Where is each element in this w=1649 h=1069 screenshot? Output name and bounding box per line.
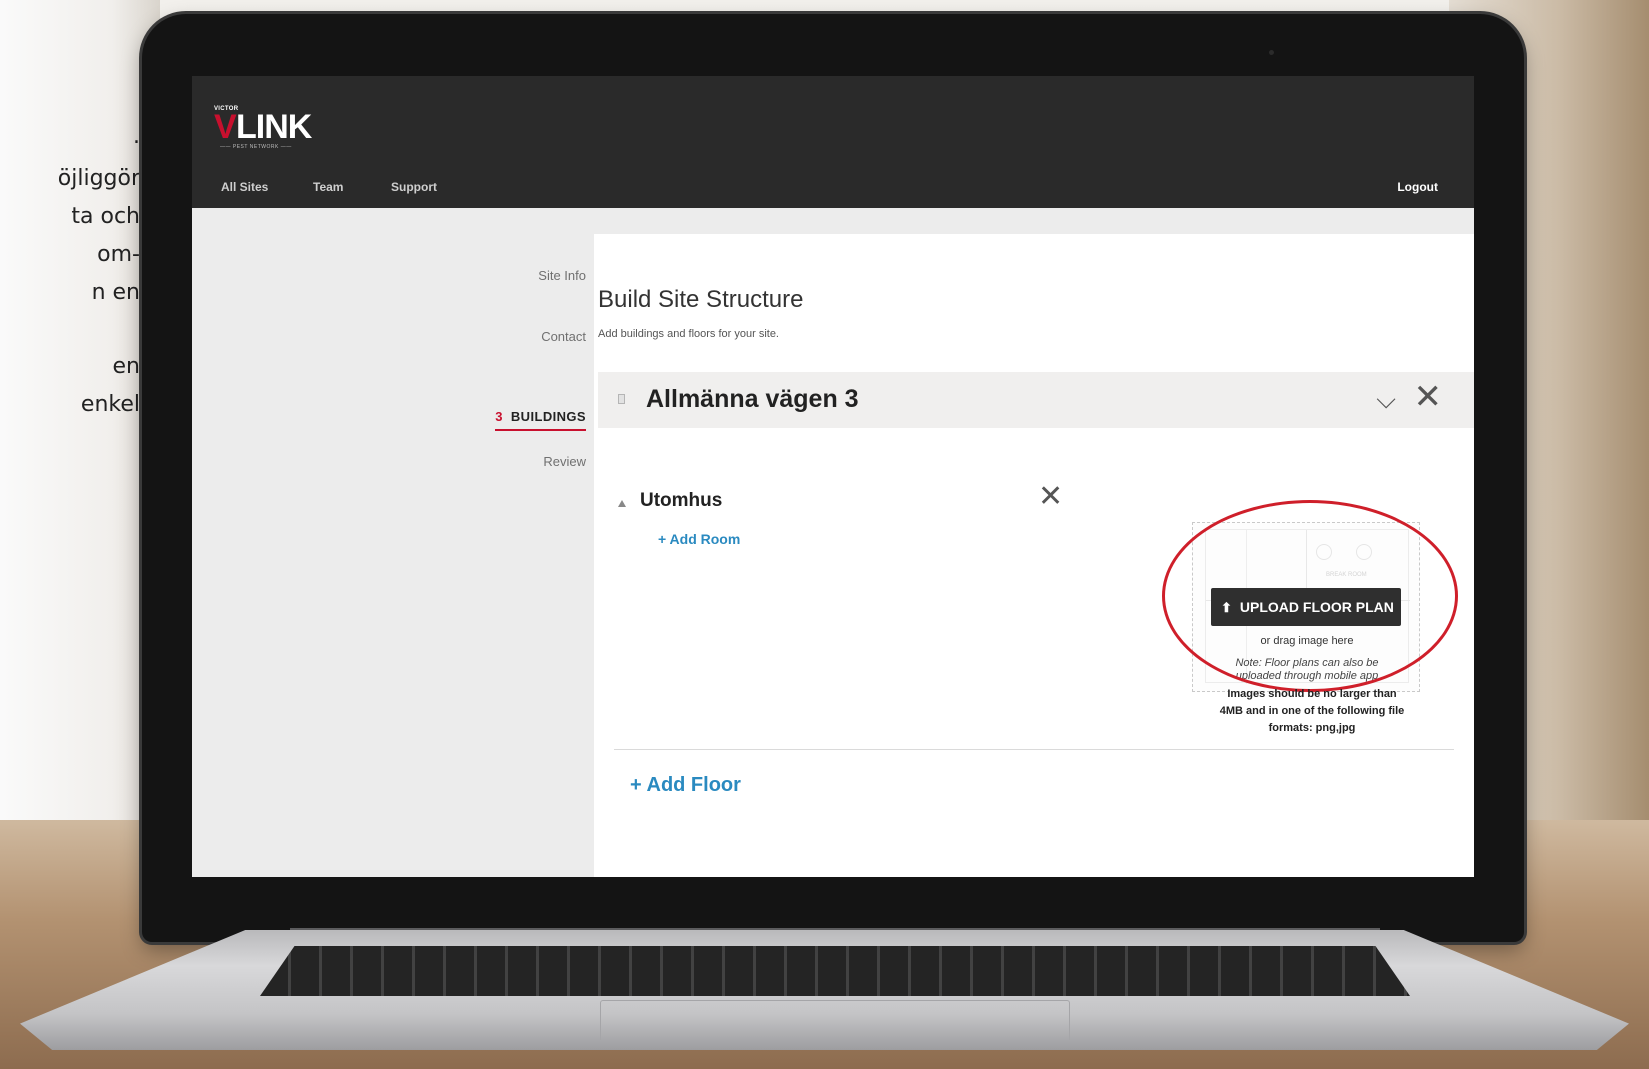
building-icon — [618, 394, 625, 404]
wizard-step-contact[interactable]: Contact — [541, 329, 586, 344]
wizard-step-review[interactable]: Review — [543, 454, 586, 469]
page-subtitle: Add buildings and floors for your site. — [598, 328, 779, 340]
floor-close-icon[interactable]: ✕ — [1038, 482, 1063, 512]
floor-name: Utomhus — [640, 490, 723, 511]
highlight-ellipse — [1162, 500, 1458, 692]
building-header[interactable]: Allmänna vägen 3 ⌵ ✕ — [598, 372, 1474, 428]
building-name: Allmänna vägen 3 — [646, 385, 859, 413]
logo-v: V — [214, 108, 237, 146]
side-copy: . öjliggör ta och om- n en en enkel — [0, 118, 140, 424]
wizard-step-site-info[interactable]: Site Info — [538, 268, 586, 283]
top-navbar: VICTOR V LINK —— PEST NETWORK —— All Sit… — [192, 76, 1474, 208]
camera-dot — [1269, 50, 1274, 55]
side-copy-line: ta och — [71, 204, 140, 229]
nav-support[interactable]: Support — [391, 180, 437, 194]
add-floor-link[interactable]: + Add Floor — [630, 774, 741, 797]
logo-tagline: —— PEST NETWORK —— — [220, 144, 292, 150]
nav-team[interactable]: Team — [313, 180, 343, 194]
size-note-line: formats: png,jpg — [1268, 722, 1356, 734]
nav-all-sites[interactable]: All Sites — [221, 180, 268, 194]
laptop-trackpad — [600, 1000, 1070, 1040]
vlink-logo[interactable]: VICTOR V LINK —— PEST NETWORK —— — [214, 106, 324, 150]
chevron-down-icon[interactable]: ⌵ — [1376, 384, 1396, 416]
collapse-triangle-icon[interactable] — [618, 500, 626, 507]
page-title: Build Site Structure — [598, 286, 804, 313]
side-copy-line — [0, 312, 140, 348]
wizard-step-buildings[interactable]: 3 BUILDINGS — [495, 409, 586, 431]
wizard-step-label: BUILDINGS — [510, 409, 586, 424]
add-room-link[interactable]: + Add Room — [658, 531, 740, 547]
laptop-keyboard — [260, 946, 1410, 996]
side-copy-line: . — [133, 124, 140, 149]
logo-link: LINK — [236, 108, 312, 146]
side-copy-line: öjliggör — [57, 166, 140, 191]
side-copy-line: om- — [97, 242, 140, 267]
logo-tagline-text: PEST NETWORK — [232, 144, 279, 150]
side-copy-line: en — [112, 354, 140, 379]
side-copy-line: enkel — [80, 392, 140, 417]
logout-link[interactable]: Logout — [1397, 180, 1438, 194]
size-note-line: Images should be no larger than — [1227, 688, 1397, 700]
section-divider — [614, 749, 1454, 750]
main-panel: Build Site Structure Add buildings and f… — [594, 234, 1474, 877]
app-screen: VICTOR V LINK —— PEST NETWORK —— All Sit… — [192, 76, 1474, 877]
size-note-line: 4MB and in one of the following file — [1219, 705, 1405, 717]
file-size-note: Images should be no larger than 4MB and … — [1192, 686, 1432, 737]
side-copy-line: n en — [91, 280, 140, 305]
wizard-step-number: 3 — [495, 409, 503, 424]
close-icon[interactable]: ✕ — [1414, 380, 1443, 414]
